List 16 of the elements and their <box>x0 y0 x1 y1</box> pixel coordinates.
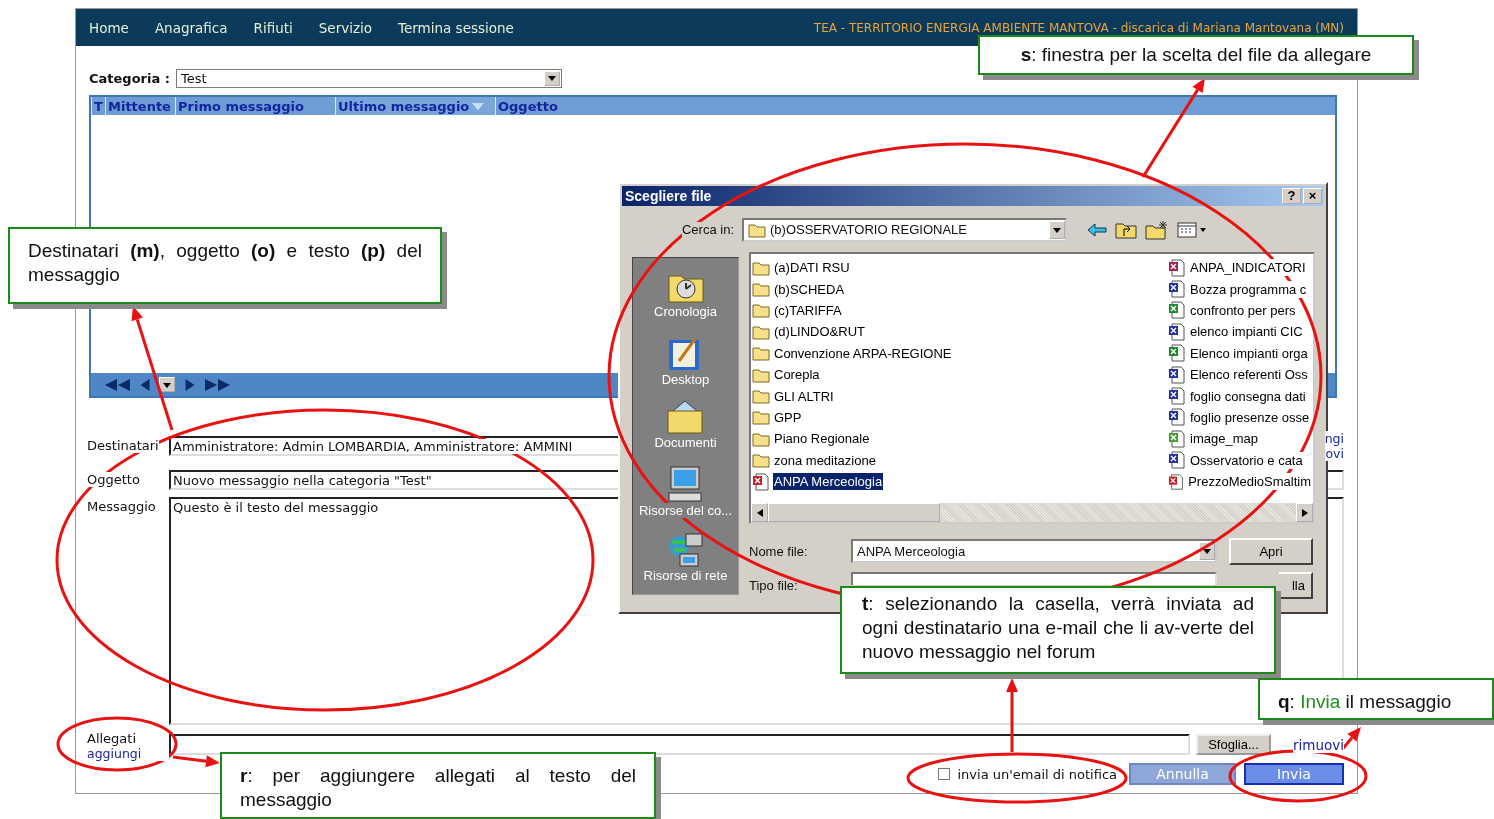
dialog-title: Scegliere file <box>625 188 713 204</box>
file-name-label: Nome file: <box>749 543 809 559</box>
field-label: Destinatari <box>87 437 160 453</box>
callout-text: s: finestra per la scelta del file da allegare <box>1020 44 1372 65</box>
site-title: TEA - TERRITORIO ENERGIA AMBIENTE MANTOVA - discarica di Mariana Mantovana (MN) <box>813 20 1344 35</box>
callout-text: t: selezionando la casella, verrà inviata ad ogni destinatario una e-mail che li av-verte del nuovo messaggio nel forum <box>862 593 1254 662</box>
field-label: Messaggio <box>87 498 157 514</box>
field-label: Oggetto <box>87 471 141 487</box>
category-label: Categoria : <box>89 70 170 86</box>
look-in-label: Cerca in: <box>680 222 735 237</box>
callout-text: r: per aggiungere allegati al testo del messaggio <box>240 765 636 810</box>
callout-text: Destinatari (m), oggetto (o) e testo (p) del messaggio <box>28 240 422 285</box>
callout-text: q: Invia il messaggio <box>1278 691 1452 712</box>
checkbox-label: invia un'email di notifica <box>957 766 1117 782</box>
attachments-label: Allegati <box>87 731 138 746</box>
file-type-label: Tipo file: <box>749 577 799 593</box>
